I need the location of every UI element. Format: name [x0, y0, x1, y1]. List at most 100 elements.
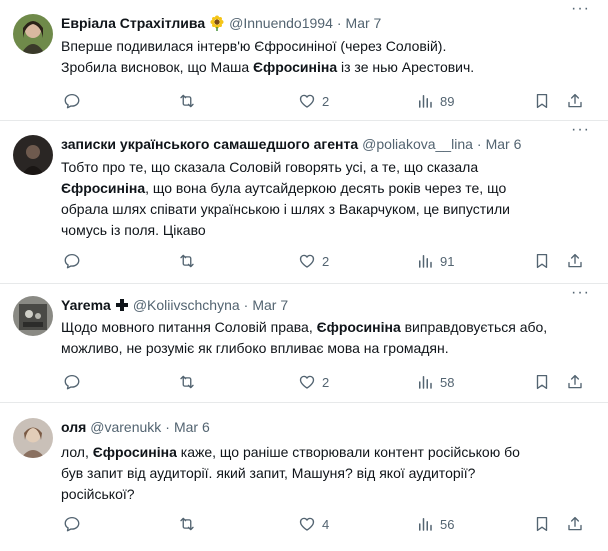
tweet-text: Вперше подивилася інтерв'ю Єфросиніної (… — [61, 36, 591, 78]
tweet-actions: 2 91 — [61, 250, 590, 272]
author-handle[interactable]: @poliakova__lina — [362, 136, 473, 152]
bookmark-button[interactable] — [533, 513, 551, 535]
views-button[interactable]: 56 — [416, 513, 454, 535]
author-name[interactable]: Yarema — [61, 297, 111, 313]
separator: · — [165, 419, 170, 435]
text-segment: можливо, не розуміє як глибоко впливає м… — [61, 340, 449, 356]
reply-icon — [63, 252, 81, 270]
views-icon — [416, 373, 434, 391]
reply-button[interactable] — [63, 513, 81, 535]
more-options-icon[interactable]: ··· — [571, 285, 590, 301]
text-segment: чомусь із поля. Цікаво — [61, 222, 206, 238]
author-name[interactable]: Евріала Страхітлива — [61, 15, 205, 31]
text-segment: лол, — [61, 444, 93, 460]
bold-mention: Єфросиніна — [61, 180, 146, 196]
share-icon — [566, 252, 584, 270]
views-button[interactable]: 91 — [416, 250, 454, 272]
bookmark-icon — [533, 92, 551, 110]
text-segment: Зробила висновок, що Маша — [61, 59, 254, 75]
like-button[interactable]: 2 — [298, 371, 329, 393]
bookmark-button[interactable] — [533, 250, 551, 272]
text-segment: виправдовується або, — [400, 319, 548, 335]
author-handle[interactable]: @varenukk — [90, 419, 161, 435]
heart-icon — [298, 252, 316, 270]
tweet[interactable]: Yarema @Koliivschchyna · Mar 7 ··· Щодо … — [0, 284, 608, 403]
bold-mention: Єфросиніна — [316, 319, 401, 335]
like-button[interactable]: 2 — [298, 250, 329, 272]
sunflower-icon — [209, 15, 225, 31]
tweet[interactable]: Евріала Страхітлива @Innuendo1994 · Mar … — [0, 0, 608, 121]
author-handle[interactable]: @Innuendo1994 — [229, 15, 333, 31]
tweet-header: Yarema @Koliivschchyna · Mar 7 — [61, 295, 288, 315]
views-button[interactable]: 58 — [416, 371, 454, 393]
tweet-text: лол, Єфросиніна каже, що раніше створюва… — [61, 442, 591, 505]
more-options-icon[interactable]: ··· — [571, 122, 590, 138]
like-button[interactable]: 4 — [298, 513, 329, 535]
reply-icon — [63, 373, 81, 391]
reply-icon — [63, 515, 81, 533]
author-name[interactable]: записки українського самашедшого агента — [61, 136, 358, 152]
like-count: 2 — [322, 374, 330, 390]
heart-icon — [298, 92, 316, 110]
share-button[interactable] — [566, 513, 584, 535]
share-button[interactable] — [566, 90, 584, 112]
view-count: 56 — [440, 516, 455, 532]
tweet-header: записки українського самашедшого агента … — [61, 134, 521, 154]
share-button[interactable] — [566, 371, 584, 393]
text-segment: каже, що раніше створювали контент росій… — [176, 444, 520, 460]
text-segment: Тобто про те, що сказала Соловій говорят… — [61, 159, 479, 175]
views-button[interactable]: 89 — [416, 90, 454, 112]
separator: · — [243, 297, 249, 313]
tweet-text: Щодо мовного питання Соловій права, Єфро… — [61, 317, 591, 359]
author-handle[interactable]: @Koliivschchyna — [133, 297, 240, 313]
share-icon — [566, 515, 584, 533]
bookmark-button[interactable] — [533, 90, 551, 112]
like-count: 2 — [322, 93, 330, 109]
tweet-date[interactable]: Mar 6 — [486, 136, 522, 152]
tweet-date[interactable]: Mar 6 — [174, 419, 210, 435]
tweet-feed: Евріала Страхітлива @Innuendo1994 · Mar … — [0, 0, 608, 551]
view-count: 91 — [440, 253, 455, 269]
tweet-header: Евріала Страхітлива @Innuendo1994 · Mar … — [61, 13, 381, 33]
avatar[interactable] — [13, 418, 53, 458]
bold-mention: Єфросиніна — [253, 59, 338, 75]
reply-button[interactable] — [63, 90, 81, 112]
share-button[interactable] — [566, 250, 584, 272]
reply-icon — [63, 92, 81, 110]
separator: · — [476, 136, 482, 152]
tweet-date[interactable]: Mar 7 — [346, 15, 382, 31]
more-options-icon[interactable]: ··· — [571, 1, 590, 17]
separator: · — [336, 15, 342, 31]
author-name[interactable]: оля — [61, 419, 86, 435]
text-segment: Щодо мовного питання Соловій права, — [61, 319, 317, 335]
retweet-icon — [178, 252, 196, 270]
view-count: 89 — [440, 93, 455, 109]
tweet[interactable]: записки українського самашедшого агента … — [0, 121, 608, 284]
share-icon — [566, 92, 584, 110]
bookmark-icon — [533, 515, 551, 533]
bookmark-button[interactable] — [533, 371, 551, 393]
retweet-button[interactable] — [178, 513, 196, 535]
avatar[interactable] — [13, 14, 53, 54]
retweet-icon — [178, 515, 196, 533]
views-icon — [416, 92, 434, 110]
views-icon — [416, 515, 434, 533]
like-button[interactable]: 2 — [298, 90, 329, 112]
tweet-actions: 2 58 — [61, 371, 590, 393]
text-segment: російської? — [61, 486, 135, 502]
retweet-button[interactable] — [178, 90, 196, 112]
retweet-button[interactable] — [178, 371, 196, 393]
bold-mention: Єфросиніна — [92, 444, 177, 460]
tweet-date[interactable]: Mar 7 — [252, 297, 288, 313]
reply-button[interactable] — [63, 371, 81, 393]
avatar[interactable] — [13, 135, 53, 175]
views-icon — [416, 252, 434, 270]
reply-button[interactable] — [63, 250, 81, 272]
retweet-button[interactable] — [178, 250, 196, 272]
tweet[interactable]: оля @varenukk · Mar 6 лол, Єфросиніна ка… — [0, 403, 608, 551]
avatar[interactable] — [13, 296, 53, 336]
text-segment: обрала шлях співати українською і шлях з… — [61, 201, 510, 217]
retweet-icon — [178, 92, 196, 110]
tweet-actions: 2 89 — [61, 90, 590, 112]
tweet-actions: 4 56 — [61, 513, 590, 535]
